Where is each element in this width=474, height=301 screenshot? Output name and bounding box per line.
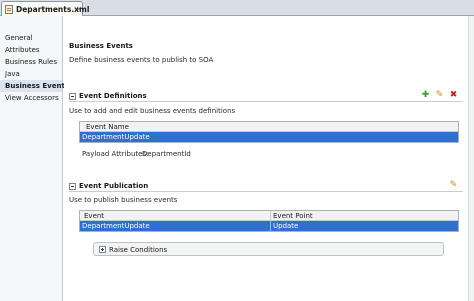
event-publication-table: Event Event Point DepartmentUpdate Updat… <box>79 210 459 232</box>
raise-conditions-panel[interactable]: Raise Conditions <box>93 242 444 256</box>
delete-icon[interactable]: ✖ <box>449 90 458 100</box>
nav-item-business-rules[interactable]: Business Rules <box>0 56 62 68</box>
edit-pencil-icon[interactable]: ✎ <box>449 180 458 190</box>
business-events-panel: Business Events Define business events t… <box>64 16 474 301</box>
event-publication-header: Event Publication <box>69 181 463 192</box>
nav-item-view-accessors[interactable]: View Accessors <box>0 92 62 104</box>
nav-item-attributes[interactable]: Attributes <box>0 44 62 56</box>
payload-attributes-label: Payload Attributes: <box>82 150 149 158</box>
expand-plus-bar <box>102 248 103 251</box>
editor-tab-strip: Departments.xml × <box>0 0 474 16</box>
event-publication-title: Event Publication <box>79 182 149 190</box>
event-definitions-title: Event Definitions <box>79 92 147 100</box>
close-tab-icon[interactable]: × <box>76 5 82 13</box>
editor-tab-departments[interactable]: Departments.xml × <box>1 1 89 16</box>
nav-item-business-events[interactable]: Business Events <box>0 80 69 92</box>
nav-item-general[interactable]: General <box>0 32 62 44</box>
scrollbar-edge[interactable] <box>468 16 474 301</box>
overview-navigation: General Attributes Business Rules Java B… <box>0 16 69 301</box>
raise-conditions-label: Raise Conditions <box>109 246 168 254</box>
event-definitions-table: Event Name DepartmentUpdate <box>79 121 459 143</box>
nav-item-java[interactable]: Java <box>0 68 62 80</box>
add-icon[interactable]: ✚ <box>421 90 430 100</box>
column-header-event-name[interactable]: Event Name <box>84 122 454 132</box>
expand-toggle-icon[interactable] <box>99 246 106 253</box>
xml-file-icon <box>5 5 13 14</box>
payload-attributes-value: DepartmentId <box>142 150 191 158</box>
table-row[interactable]: DepartmentUpdate Update <box>80 221 458 231</box>
collapse-toggle-icon[interactable] <box>69 93 76 100</box>
column-header-event-point[interactable]: Event Point <box>270 211 456 221</box>
column-header-event[interactable]: Event <box>82 211 270 221</box>
collapse-toggle-icon[interactable] <box>69 183 76 190</box>
event-publication-description: Use to publish business events <box>69 196 178 204</box>
table-header-row: Event Name <box>80 122 458 132</box>
table-row[interactable]: DepartmentUpdate <box>80 132 458 142</box>
event-definitions-description: Use to add and edit business events defi… <box>69 107 236 115</box>
table-header-row: Event Event Point <box>80 211 458 221</box>
event-cell[interactable]: DepartmentUpdate <box>80 221 270 231</box>
page-title: Business Events <box>69 42 133 50</box>
page-description: Define business events to publish to SOA <box>69 56 214 64</box>
event-point-cell[interactable]: Update <box>270 221 458 231</box>
event-definitions-header: Event Definitions <box>69 91 463 102</box>
edit-pencil-icon[interactable]: ✎ <box>435 90 444 100</box>
event-name-cell[interactable]: DepartmentUpdate <box>80 132 458 142</box>
